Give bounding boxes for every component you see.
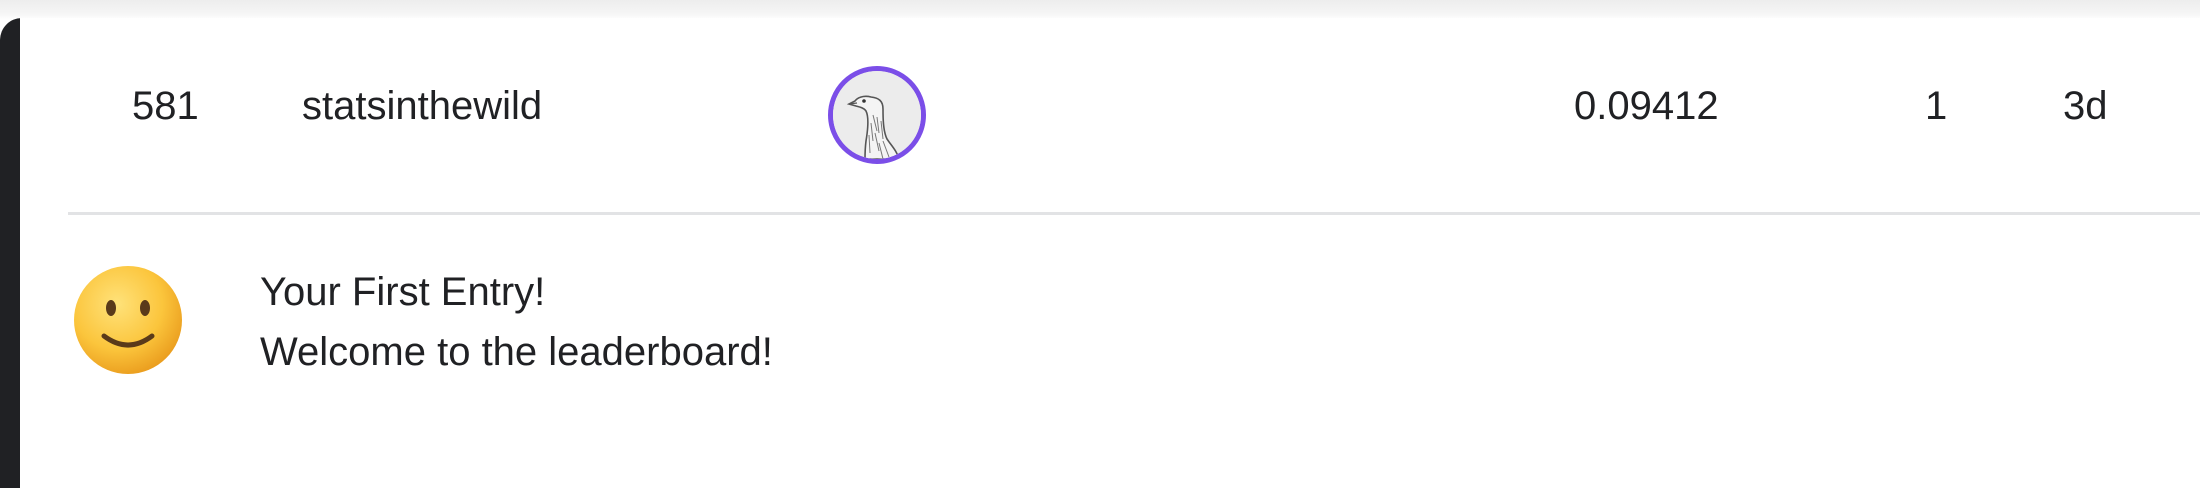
message-body: Welcome to the leaderboard! (260, 330, 773, 374)
entries-cell: 1 (1925, 84, 1948, 128)
top-shadow-strip (0, 0, 2200, 20)
row-divider (68, 212, 2200, 215)
score-cell: 0.09412 (1574, 84, 1719, 128)
goose-avatar-image (833, 71, 921, 159)
slightly-smiling-face-icon (72, 264, 184, 381)
last-submission-cell: 3d (2063, 84, 2108, 128)
team-name-link[interactable]: statsinthewild (302, 82, 542, 130)
goose-avatar-icon[interactable] (828, 66, 926, 164)
rank-cell: 581 (132, 84, 199, 128)
leaderboard-entry-card: 581 statsinthewild 0.09412 1 3d (0, 18, 2200, 488)
leaderboard-row[interactable]: 581 statsinthewild 0.09412 1 3d (0, 18, 2200, 212)
message-title: Your First Entry! (260, 270, 546, 314)
